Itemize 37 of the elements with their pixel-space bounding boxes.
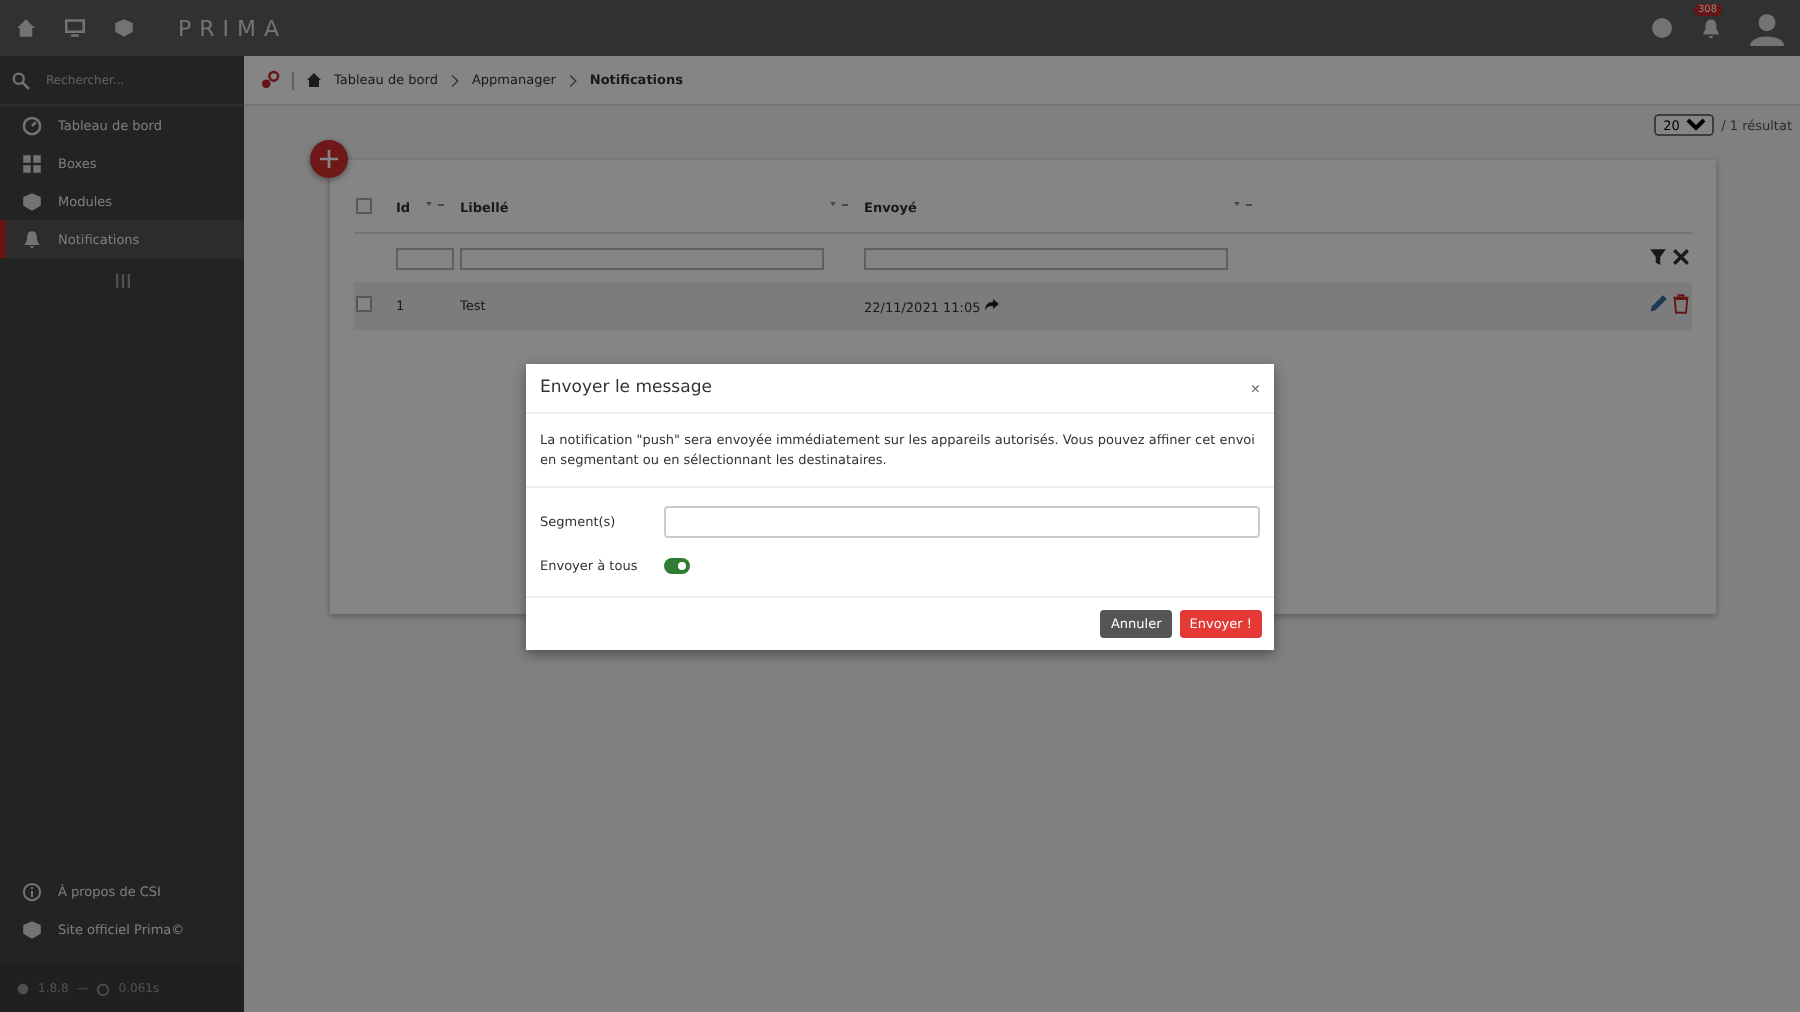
add-button[interactable]	[310, 140, 348, 178]
trash-icon[interactable]	[1672, 294, 1690, 314]
close-icon[interactable]	[1672, 247, 1690, 265]
home-icon[interactable]	[16, 18, 36, 38]
chevron-icon	[567, 73, 578, 87]
home-icon[interactable]	[306, 72, 322, 88]
cube-icon	[22, 191, 42, 211]
toggle-switch[interactable]	[664, 558, 690, 574]
close-button[interactable]: ×	[1250, 379, 1260, 397]
filter-field[interactable]	[396, 247, 454, 269]
monitor-icon[interactable]	[64, 18, 86, 38]
plus-icon	[320, 150, 338, 168]
drag-handle-icon[interactable]	[115, 274, 129, 288]
row-checkbox[interactable]	[356, 296, 372, 312]
share-arrow-icon[interactable]	[984, 297, 1001, 311]
filter-field[interactable]	[864, 247, 1228, 269]
info-icon	[22, 881, 42, 901]
grid-icon	[22, 153, 42, 173]
sort-icon[interactable]	[426, 200, 444, 208]
search-icon	[12, 71, 30, 89]
sort-icon[interactable]	[830, 200, 848, 208]
user-avatar-icon[interactable]	[1750, 11, 1784, 45]
bell-icon	[1700, 17, 1722, 39]
modal-title: Envoyer le message	[540, 378, 712, 398]
pencil-icon[interactable]	[1647, 294, 1668, 314]
sort-icon[interactable]	[1234, 200, 1252, 208]
dashboard-icon	[22, 115, 42, 135]
cube-icon	[22, 919, 42, 939]
bell-icon	[22, 229, 42, 249]
gears-icon[interactable]	[260, 70, 280, 90]
filter-icon[interactable]	[1647, 247, 1668, 265]
logo: PRIMA	[178, 15, 288, 41]
segment-input-field[interactable]	[664, 506, 1260, 538]
chevron-icon	[449, 73, 460, 87]
filter-field[interactable]	[460, 247, 824, 269]
cube-icon	[114, 18, 134, 38]
select-all-checkbox[interactable]	[356, 198, 372, 214]
